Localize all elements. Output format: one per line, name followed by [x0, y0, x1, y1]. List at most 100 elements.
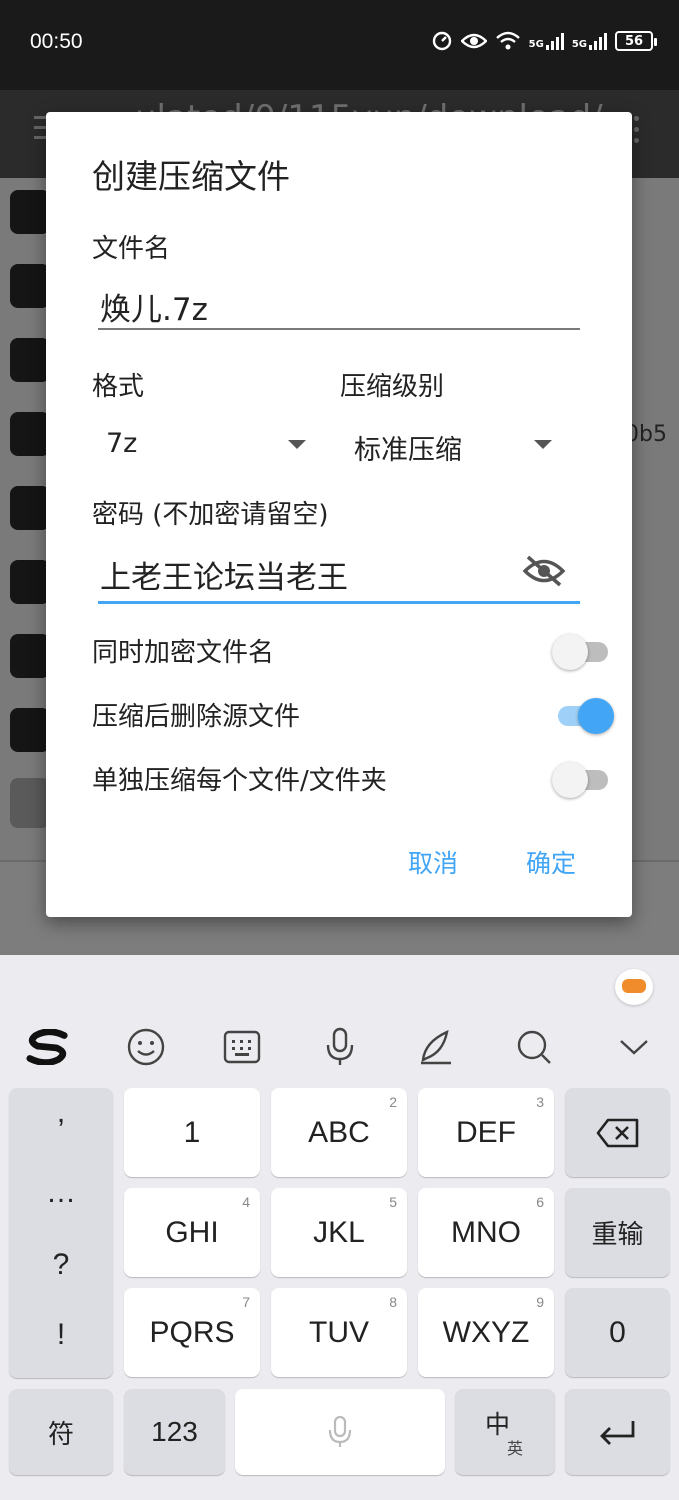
option-separate-archives: 单独压缩每个文件/文件夹 — [92, 752, 608, 802]
key-def[interactable]: DEF 3 — [418, 1088, 554, 1177]
key-jkl[interactable]: JKL 5 — [271, 1188, 407, 1277]
wifi-icon — [495, 31, 520, 50]
punctuation-column[interactable]: , … ? ! — [9, 1088, 113, 1378]
password-field[interactable]: 上老王论坛当老王 — [98, 552, 580, 604]
ok-button[interactable]: 确定 — [526, 844, 576, 880]
format-label: 格式 — [92, 372, 145, 402]
option-label: 单独压缩每个文件/文件夹 — [92, 766, 387, 796]
handwriting-pen-icon[interactable] — [414, 1025, 458, 1069]
key-number: 3 — [536, 1094, 544, 1110]
encrypt-filenames-switch[interactable] — [552, 632, 612, 670]
option-delete-source: 压缩后删除源文件 — [92, 688, 614, 738]
folder-icon — [10, 708, 50, 752]
enter-key[interactable] — [565, 1389, 670, 1475]
key-number: 4 — [242, 1194, 250, 1210]
keyboard-layout-icon[interactable] — [220, 1025, 264, 1069]
key-ghi[interactable]: GHI 4 — [124, 1188, 260, 1277]
symbol-key[interactable]: 符 — [9, 1389, 113, 1475]
key-label: WXYZ — [442, 1315, 530, 1349]
option-label: 同时加密文件名 — [92, 638, 275, 668]
status-time: 00:50 — [30, 30, 83, 53]
search-icon[interactable] — [512, 1025, 556, 1069]
number-mode-key[interactable]: 123 — [124, 1389, 225, 1475]
sogou-logo-icon[interactable] — [26, 1025, 70, 1069]
key-number: 9 — [536, 1294, 544, 1310]
emoji-icon[interactable] — [124, 1025, 168, 1069]
signal-label: 5G — [571, 39, 587, 50]
key-label: 1 — [183, 1115, 201, 1149]
battery-level: 56 — [624, 33, 644, 49]
key-label: DEF — [456, 1115, 516, 1149]
battery-icon: 56 — [615, 31, 657, 51]
reenter-key[interactable]: 重输 — [565, 1188, 670, 1277]
key-label: JKL — [313, 1215, 365, 1249]
key-1[interactable]: 1 — [124, 1088, 260, 1177]
keyboard-toolbar — [0, 1015, 679, 1075]
space-voice-key[interactable] — [235, 1389, 445, 1475]
folder-icon — [10, 264, 50, 308]
level-label: 压缩级别 — [340, 372, 445, 402]
key-label: TUV — [309, 1315, 369, 1349]
punct-ellipsis[interactable]: … — [9, 1176, 113, 1210]
visibility-off-icon[interactable] — [522, 554, 566, 592]
backspace-key[interactable] — [565, 1088, 670, 1177]
chevron-down-icon[interactable] — [612, 1025, 656, 1069]
folder-icon — [10, 560, 50, 604]
key-wxyz[interactable]: WXYZ 9 — [418, 1288, 554, 1377]
option-encrypt-filenames: 同时加密文件名 — [92, 624, 608, 674]
key-label: PQRS — [149, 1315, 235, 1349]
folder-icon — [10, 634, 50, 678]
android-icon — [10, 778, 50, 828]
status-icons: 5G 5G 56 — [431, 30, 657, 52]
create-archive-dialog: 创建压缩文件 文件名 焕儿.7z 格式 压缩级别 7z 标准压缩 密码 (不加密… — [46, 112, 632, 917]
option-label: 压缩后删除源文件 — [92, 702, 301, 732]
key-tuv[interactable]: TUV 8 — [271, 1288, 407, 1377]
signal-5g-icon-2: 5G — [572, 32, 607, 50]
folder-icon — [10, 190, 50, 234]
key-label: ABC — [308, 1115, 370, 1149]
lang-switch-key[interactable]: 中 英 — [455, 1389, 555, 1475]
lang-sub: 英 — [507, 1441, 524, 1458]
dialog-title: 创建压缩文件 — [92, 157, 290, 196]
dropdown-arrow-icon — [534, 440, 552, 449]
format-value: 7z — [106, 428, 138, 459]
filename-label: 文件名 — [92, 234, 171, 264]
folder-icon — [10, 338, 50, 382]
key-mno[interactable]: MNO 6 — [418, 1188, 554, 1277]
microphone-icon[interactable] — [318, 1025, 362, 1069]
soft-keyboard: , … ? ! 1 ABC 2 DEF 3 GHI 4 JKL 5 MNO 6 重输 PQ… — [0, 955, 679, 1500]
status-bar: 00:50 5G 5G 56 — [0, 0, 679, 90]
punct-comma[interactable]: , — [9, 1096, 113, 1130]
key-number: 5 — [389, 1194, 397, 1210]
speedometer-icon — [432, 31, 451, 51]
level-value: 标准压缩 — [354, 435, 462, 466]
key-label: GHI — [165, 1215, 219, 1249]
format-select[interactable]: 7z — [92, 418, 312, 468]
folder-icon — [10, 412, 50, 456]
folder-icon — [10, 486, 50, 530]
dropdown-arrow-icon — [288, 440, 306, 449]
more-icon — [634, 116, 639, 149]
mascot-icon[interactable] — [615, 969, 653, 1005]
filename-field[interactable]: 焕儿.7z — [98, 284, 580, 330]
backspace-icon — [596, 1118, 638, 1147]
eye-icon — [460, 33, 487, 49]
key-label: MNO — [451, 1215, 521, 1249]
separate-archives-switch[interactable] — [552, 760, 612, 798]
key-0[interactable]: 0 — [565, 1288, 670, 1377]
punct-question[interactable]: ? — [9, 1248, 113, 1282]
cancel-button[interactable]: 取消 — [408, 844, 458, 880]
key-number: 8 — [389, 1294, 397, 1310]
punct-exclaim[interactable]: ! — [9, 1318, 113, 1352]
key-pqrs[interactable]: PQRS 7 — [124, 1288, 260, 1377]
signal-label: 5G — [528, 39, 544, 50]
signal-5g-icon: 5G — [529, 32, 564, 50]
enter-icon — [599, 1421, 634, 1445]
delete-source-switch[interactable] — [552, 696, 614, 734]
key-number: 7 — [242, 1294, 250, 1310]
key-abc[interactable]: ABC 2 — [271, 1088, 407, 1177]
password-label: 密码 (不加密请留空) — [92, 500, 329, 530]
microphone-icon — [328, 1415, 352, 1447]
level-select[interactable]: 标准压缩 — [340, 418, 560, 468]
key-number: 6 — [536, 1194, 544, 1210]
